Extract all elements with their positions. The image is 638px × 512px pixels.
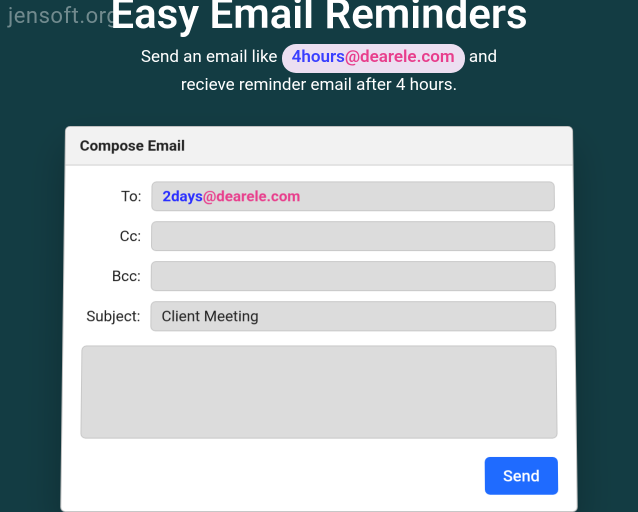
- cc-input[interactable]: [151, 221, 555, 251]
- bcc-row: Bcc:: [82, 261, 556, 291]
- subject-row: Subject:: [82, 301, 557, 331]
- hero-section: Easy Email Reminders Send an email like …: [0, 0, 638, 98]
- to-input[interactable]: 2days@dearele.com: [151, 181, 555, 211]
- subject-input[interactable]: [150, 301, 556, 331]
- page-title: Easy Email Reminders: [0, 0, 638, 36]
- compose-email-card: Compose Email To: 2days@dearele.com Cc: …: [60, 126, 578, 512]
- example-email-pill: 4hours@dearele.com: [282, 44, 465, 73]
- subtitle-text-before: Send an email like: [141, 47, 282, 67]
- to-value-local: 2days: [162, 187, 202, 205]
- body-textarea[interactable]: [80, 345, 557, 438]
- cc-row: Cc:: [83, 221, 556, 251]
- to-value-domain: @dearele.com: [203, 187, 301, 205]
- example-email-local: 4hours: [292, 47, 345, 67]
- example-email-domain: @dearele.com: [345, 47, 455, 67]
- card-header: Compose Email: [66, 127, 573, 166]
- card-body: To: 2days@dearele.com Cc: Bcc: Subject: …: [61, 166, 577, 512]
- to-row: To: 2days@dearele.com: [83, 181, 555, 211]
- send-button[interactable]: Send: [484, 457, 558, 495]
- to-label: To:: [83, 187, 141, 205]
- subtitle-text-line2: recieve reminder email after 4 hours.: [181, 75, 457, 95]
- footer-row: Send: [80, 457, 559, 495]
- bcc-input[interactable]: [151, 261, 556, 291]
- bcc-label: Bcc:: [82, 267, 141, 285]
- subtitle-text-mid: and: [469, 47, 497, 67]
- cc-label: Cc:: [83, 227, 141, 245]
- page-subtitle: Send an email like 4hours@dearele.com an…: [0, 44, 638, 98]
- subject-label: Subject:: [82, 307, 141, 325]
